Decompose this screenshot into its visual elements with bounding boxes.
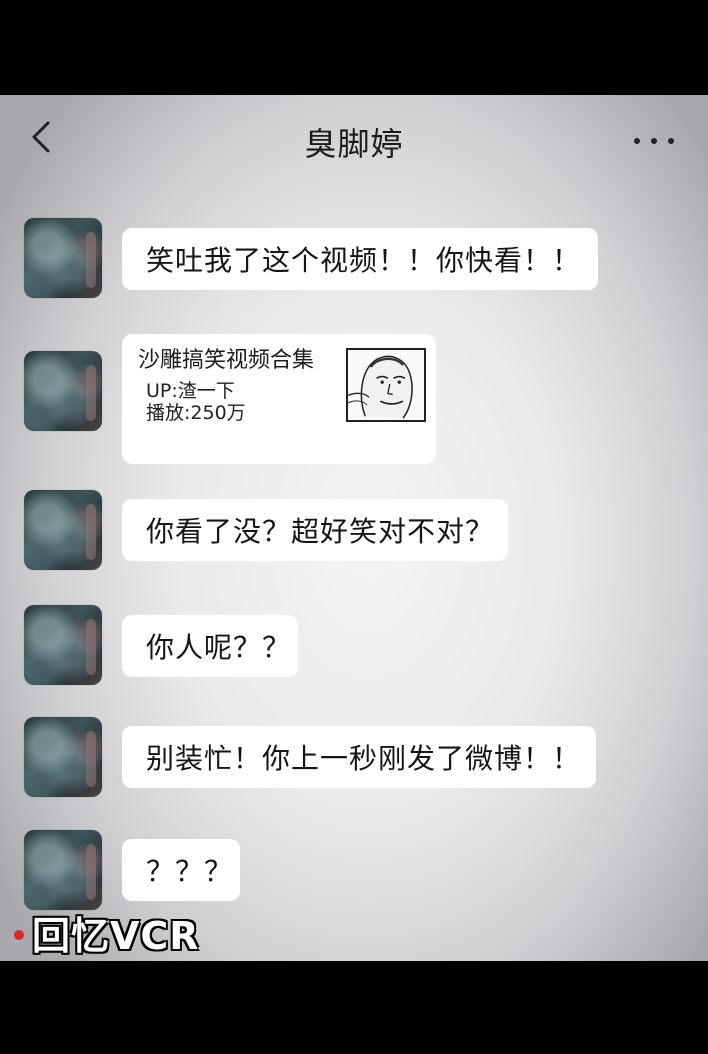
contact-avatar[interactable] <box>24 605 102 685</box>
meme-face-thumbnail <box>348 350 424 420</box>
contact-avatar[interactable] <box>24 351 102 431</box>
chat-header: 臭脚婷 <box>0 95 708 185</box>
contact-avatar[interactable] <box>24 830 102 910</box>
message-bubble[interactable]: 别装忙！你上一秒刚发了微博！！ <box>122 726 596 788</box>
message-bubble[interactable]: 你人呢？？ <box>122 615 298 677</box>
message-bubble[interactable]: 你看了没？超好笑对不对？ <box>122 499 508 561</box>
more-dot <box>651 138 657 144</box>
more-options-button[interactable] <box>634 131 674 151</box>
record-dot-icon <box>14 929 24 940</box>
contact-avatar[interactable] <box>24 490 102 570</box>
vcr-label-text: 回忆VCR <box>32 914 200 958</box>
video-card-plays: 播放:250万 <box>146 402 246 424</box>
message-bubble[interactable]: 笑吐我了这个视频！！你快看！！ <box>122 228 598 290</box>
video-share-card[interactable]: 沙雕搞笑视频合集 UP:渣一下 播放:250万 <box>122 334 436 464</box>
video-card-title: 沙雕搞笑视频合集 <box>138 348 315 373</box>
video-thumbnail <box>346 348 426 422</box>
more-dots-icon <box>634 138 640 144</box>
chat-title: 臭脚婷 <box>304 125 404 163</box>
chat-screen: 臭脚婷 笑吐我了这个视频！！你快看！！ 沙雕搞笑视频合集 UP:渣一下 播放:2… <box>0 95 708 961</box>
contact-avatar[interactable] <box>24 717 102 797</box>
message-bubble[interactable]: ？？？ <box>122 839 240 901</box>
memory-vcr-label: 回忆VCR <box>14 905 200 960</box>
contact-avatar[interactable] <box>24 218 102 298</box>
more-dot <box>668 138 674 144</box>
